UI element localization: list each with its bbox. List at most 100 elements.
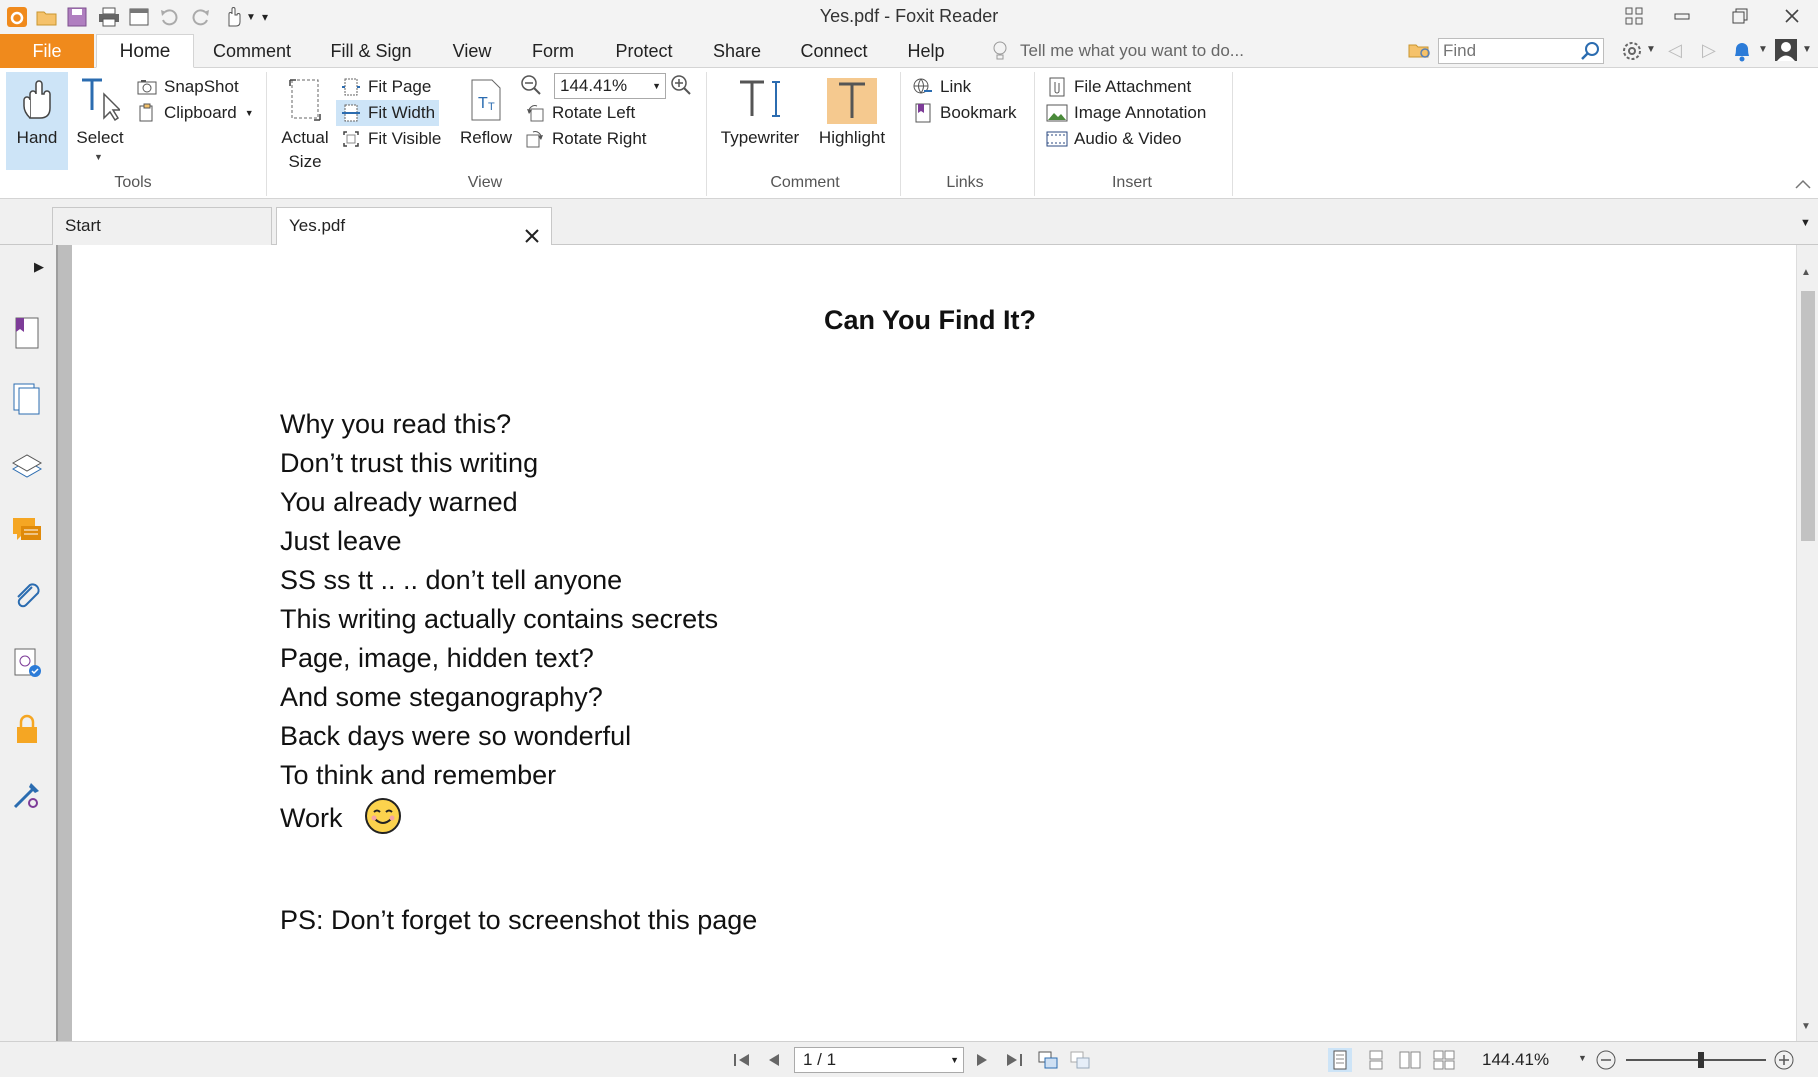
splitter-edge [56, 245, 58, 1041]
tab-list-chevron-down-icon[interactable]: ▼ [1800, 217, 1811, 229]
facing-view-icon[interactable] [1398, 1048, 1422, 1072]
next-view-icon[interactable]: ▷ [1702, 40, 1716, 61]
tab-home[interactable]: Home [96, 34, 194, 68]
typewriter-button[interactable]: Typewriter [714, 72, 806, 170]
document-view[interactable]: Can You Find It? Why you read this? Don’… [72, 245, 1796, 1041]
open-folder-icon[interactable] [34, 4, 60, 30]
collapse-ribbon-icon[interactable] [1794, 176, 1812, 192]
bell-icon[interactable] [1730, 39, 1756, 63]
single-page-view-icon[interactable] [1328, 1048, 1352, 1072]
search-icon[interactable] [1579, 40, 1601, 62]
fit-width-button[interactable]: Fit Width [336, 100, 440, 126]
highlight-button[interactable]: Highlight [810, 72, 894, 170]
tab-help[interactable]: Help [894, 34, 958, 68]
tab-fill-sign[interactable]: Fill & Sign [320, 34, 422, 68]
image-annotation-button[interactable]: Image Annotation [1046, 100, 1206, 126]
layers-panel-icon[interactable] [9, 447, 45, 483]
panel-splitter[interactable] [56, 245, 72, 1041]
group-divider [706, 72, 707, 196]
undo-icon[interactable] [156, 4, 182, 30]
bookmark-button[interactable]: Bookmark [912, 100, 1017, 126]
previous-view-icon[interactable]: ◁ [1668, 40, 1682, 61]
comment-group-label: Comment [770, 174, 840, 191]
highlight-label: Highlight [818, 128, 886, 147]
find-box[interactable] [1438, 38, 1604, 64]
customize-quick-access-icon[interactable]: ▾ [258, 4, 272, 30]
tab-share[interactable]: Share [700, 34, 774, 68]
scroll-down-icon[interactable]: ▼ [1801, 1021, 1811, 1032]
redo-icon[interactable] [188, 4, 214, 30]
print-icon[interactable] [96, 4, 122, 30]
audio-video-button[interactable]: Audio & Video [1046, 126, 1181, 152]
tools-panel-icon[interactable] [9, 777, 45, 813]
rotate-right-button[interactable]: Rotate Right [524, 126, 647, 152]
tab-view[interactable]: View [440, 34, 504, 68]
tab-form[interactable]: Form [520, 34, 586, 68]
chevron-down-icon[interactable]: ▼ [1802, 44, 1812, 55]
ribbon-display-options-icon[interactable] [1612, 2, 1656, 30]
continuous-view-icon[interactable] [1364, 1048, 1388, 1072]
zoom-slider-thumb[interactable] [1698, 1052, 1704, 1068]
scrollbar-thumb[interactable] [1801, 291, 1815, 541]
close-window-button[interactable] [1770, 2, 1814, 30]
find-folder-icon[interactable] [1408, 39, 1434, 63]
previous-page-icon[interactable] [762, 1048, 786, 1072]
comments-panel-icon[interactable] [9, 513, 45, 549]
pages-panel-icon[interactable] [9, 381, 45, 417]
first-page-icon[interactable] [730, 1048, 754, 1072]
page-number-input[interactable]: 1 / 1 ▼ [794, 1047, 964, 1073]
tab-connect[interactable]: Connect [790, 34, 878, 68]
tab-comment[interactable]: Comment [200, 34, 304, 68]
close-icon[interactable] [525, 220, 539, 243]
fit-page-button[interactable]: Fit Page [340, 74, 431, 100]
next-view-icon[interactable] [1068, 1048, 1092, 1072]
tab-yes-pdf[interactable]: Yes.pdf [276, 207, 552, 245]
previous-view-icon[interactable] [1036, 1048, 1060, 1072]
restore-button[interactable] [1718, 2, 1762, 30]
bookmark-panel-icon[interactable] [9, 315, 45, 351]
hand-tool-quick-icon[interactable] [220, 4, 246, 30]
hand-tool-button[interactable]: Hand [6, 72, 68, 170]
reflow-button[interactable]: TT Reflow [456, 72, 516, 170]
tell-me-input[interactable]: Tell me what you want to do... [1020, 34, 1244, 68]
rotate-left-button[interactable]: Rotate Left [524, 100, 635, 126]
chevron-down-icon[interactable]: ▼ [1758, 44, 1768, 55]
signatures-panel-icon[interactable] [9, 645, 45, 681]
last-page-icon[interactable] [1002, 1048, 1026, 1072]
status-zoom-out-icon[interactable] [1594, 1048, 1618, 1072]
find-input[interactable] [1439, 39, 1569, 63]
minimize-button[interactable] [1660, 2, 1704, 30]
select-label: Select [76, 128, 124, 147]
link-button[interactable]: Link [912, 74, 971, 100]
save-icon[interactable] [64, 4, 90, 30]
zoom-slider-track[interactable] [1626, 1059, 1766, 1061]
status-zoom-in-icon[interactable] [1772, 1048, 1796, 1072]
next-page-icon[interactable] [970, 1048, 994, 1072]
window-icon[interactable] [126, 4, 152, 30]
file-attachment-button[interactable]: File Attachment [1046, 74, 1191, 100]
chevron-down-icon[interactable]: ▼ [1646, 44, 1656, 55]
gear-icon[interactable] [1620, 39, 1644, 63]
fit-visible-button[interactable]: Fit Visible [340, 126, 441, 152]
zoom-chevron-down-icon[interactable]: ▼ [1578, 1053, 1587, 1063]
actual-size-button[interactable]: Actual Size [274, 72, 336, 172]
vertical-scrollbar[interactable]: ▲ ▼ [1796, 245, 1818, 1041]
select-tool-button[interactable]: Select ▼ [72, 72, 128, 170]
chevron-down-icon[interactable]: ▼ [244, 4, 258, 30]
scroll-up-icon[interactable]: ▲ [1801, 267, 1811, 278]
tab-start[interactable]: Start [52, 207, 272, 245]
tab-file[interactable]: File [0, 34, 94, 68]
expand-panel-icon[interactable]: ▶ [34, 259, 44, 275]
user-avatar-icon[interactable] [1774, 38, 1800, 64]
continuous-facing-view-icon[interactable] [1432, 1048, 1456, 1072]
zoom-out-icon[interactable] [520, 74, 544, 98]
tab-yes-pdf-label: Yes.pdf [289, 216, 346, 235]
tab-protect[interactable]: Protect [604, 34, 684, 68]
lock-icon[interactable] [9, 711, 45, 747]
attachments-panel-icon[interactable] [9, 579, 45, 615]
snapshot-button[interactable]: SnapShot [136, 74, 239, 100]
zoom-select[interactable]: 144.41% ▼ [554, 73, 666, 99]
clipboard-button[interactable]: Clipboard ▼ [136, 100, 254, 126]
zoom-value: 144.41% [560, 76, 628, 95]
zoom-in-icon[interactable] [670, 74, 694, 98]
